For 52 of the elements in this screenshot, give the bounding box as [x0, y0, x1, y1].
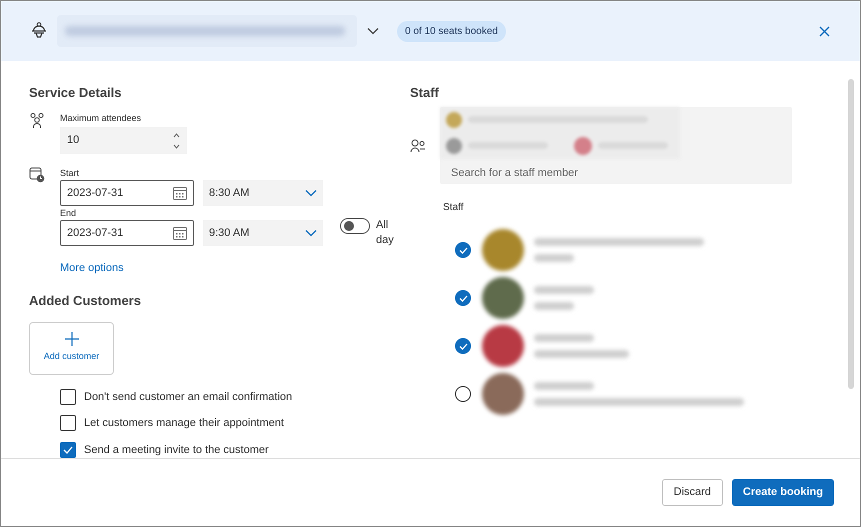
- toggle-label: All day: [376, 218, 395, 248]
- add-customer-button[interactable]: Add customer: [29, 322, 114, 374]
- scrollbar[interactable]: [848, 79, 854, 389]
- date-field[interactable]: 2023-07-31: [60, 220, 194, 246]
- checkbox-label: Send a meeting invite to the customer: [84, 442, 269, 458]
- calendar-clock-icon: [29, 167, 45, 183]
- checkbox-label: Let customers manage their appointment: [84, 416, 284, 431]
- blurred-text: [534, 382, 594, 390]
- field-label: Start: [60, 167, 80, 179]
- chevron-down-icon: [305, 229, 317, 237]
- list-label: Staff: [443, 201, 464, 215]
- calendar-icon: [173, 186, 187, 200]
- field-label: End: [60, 207, 78, 219]
- section-title: Added Customers: [29, 292, 142, 308]
- date-field[interactable]: 2023-07-31: [60, 180, 194, 206]
- staff-checkbox[interactable]: [455, 386, 471, 402]
- section-title: Service Details: [29, 85, 123, 101]
- staff-search-field[interactable]: Search for a staff member: [440, 107, 792, 184]
- blurred-text: [534, 286, 594, 294]
- attendees-field[interactable]: 10: [60, 127, 187, 154]
- calendar-icon: [173, 226, 187, 240]
- checkbox[interactable]: [60, 442, 76, 458]
- checkbox[interactable]: [60, 415, 76, 432]
- plus-icon: [64, 332, 78, 346]
- spinner-arrows-icon[interactable]: [173, 130, 180, 150]
- field-label: Maximum attendees: [60, 112, 142, 124]
- close-icon[interactable]: [819, 26, 830, 36]
- staff-checkbox[interactable]: [455, 338, 471, 354]
- people-icon: [410, 138, 426, 152]
- time-dropdown[interactable]: 8:30 AM: [203, 180, 323, 206]
- checkmark-icon: [458, 342, 468, 350]
- all-day-toggle[interactable]: [340, 218, 370, 234]
- blurred-text: [534, 334, 594, 342]
- checkbox-label: Don't send customer an email confirmation: [84, 390, 292, 404]
- section-title: Staff: [410, 85, 440, 101]
- time-dropdown[interactable]: 9:30 AM: [203, 220, 323, 246]
- people-icon: [29, 112, 45, 128]
- checkmark-icon: [458, 246, 468, 254]
- checkmark-icon: [458, 294, 468, 302]
- discard-button[interactable]: Discard: [662, 479, 723, 506]
- more-options-link[interactable]: More options: [60, 260, 400, 276]
- checkmark-icon: [63, 446, 73, 454]
- seats-badge: 0 of 10 seats booked: [397, 20, 506, 42]
- chevron-down-icon: [305, 189, 317, 197]
- blurred-text: [534, 254, 574, 262]
- checkbox[interactable]: [60, 388, 76, 405]
- staff-checkbox[interactable]: [455, 290, 471, 306]
- chevron-down-icon: [367, 27, 379, 35]
- service-bell-icon: [31, 22, 47, 40]
- blurred-text: [534, 302, 574, 310]
- create-button[interactable]: Create booking: [732, 479, 834, 506]
- staff-checkbox[interactable]: [455, 242, 471, 258]
